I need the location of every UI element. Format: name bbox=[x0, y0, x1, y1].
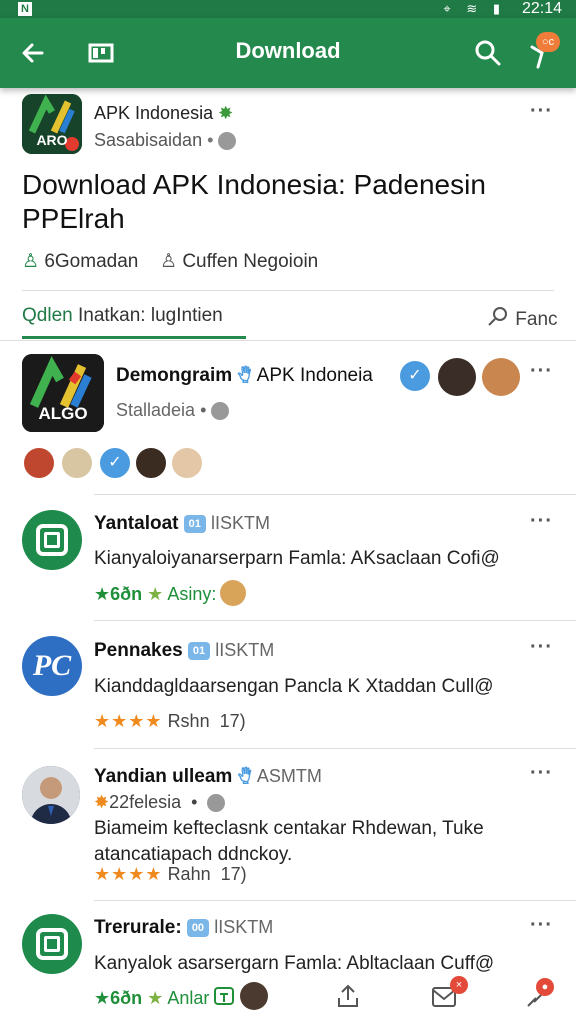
tab-indicator bbox=[22, 336, 246, 339]
app-bar: Download ○c bbox=[0, 18, 576, 88]
like-icon: 🖐︎ bbox=[237, 365, 252, 386]
verified-badge-icon: ✓ bbox=[400, 361, 430, 391]
contributor-meta[interactable]: ♙ Cuffen Negoioin bbox=[160, 250, 318, 273]
featured-logo[interactable]: ALGO bbox=[22, 354, 104, 432]
more-options-icon[interactable]: ··· bbox=[530, 100, 553, 123]
gear-badge-icon: ✸ bbox=[218, 103, 234, 123]
post-rating: ★★★★ Rshn 17) bbox=[94, 711, 246, 731]
featured-logo-text: ALGO bbox=[38, 404, 88, 423]
post-author[interactable]: Trerurale: 00 ƖISKTM bbox=[94, 917, 273, 939]
divider bbox=[94, 748, 576, 749]
app-subtitle: Sasabisaidan • bbox=[94, 130, 237, 151]
share-icon[interactable] bbox=[334, 982, 362, 1010]
avatar[interactable] bbox=[170, 446, 204, 480]
divider bbox=[94, 494, 576, 495]
post-rating: ★★★★ Rahn 17) bbox=[94, 864, 247, 884]
avatar[interactable] bbox=[22, 446, 56, 480]
privacy-icon bbox=[207, 794, 226, 813]
avatar[interactable] bbox=[482, 358, 520, 396]
more-options-icon[interactable]: ··· bbox=[530, 762, 553, 785]
more-options-icon[interactable]: ··· bbox=[530, 510, 553, 533]
divider bbox=[94, 620, 576, 621]
status-time: 22:14 bbox=[521, 0, 562, 17]
post-body: Biameim kefteclasnk centakar Rhdewan, Tu… bbox=[94, 818, 484, 865]
post-rating: ★6ðn ★ Asiny: bbox=[94, 584, 217, 604]
featured-subtitle: Stalladeia • bbox=[116, 400, 230, 421]
post-author[interactable]: Yandian ulleam 🖐︎ ASMTM bbox=[94, 765, 322, 788]
app-name: APK Indonesia ✸ bbox=[94, 103, 234, 123]
status-bar: N ⌖ ≋ ▮ 22:14 bbox=[0, 0, 576, 18]
globe-icon: • bbox=[207, 130, 214, 150]
tag-badge: 01 bbox=[183, 514, 206, 533]
filter-search[interactable]: Fanc bbox=[486, 305, 558, 335]
divider bbox=[22, 290, 554, 291]
app-logo-text: ARO bbox=[36, 132, 68, 148]
post-author[interactable]: Yantaloat 01 ƖISKTM bbox=[94, 513, 270, 535]
post-avatar[interactable]: PC bbox=[22, 636, 82, 696]
post-avatar[interactable] bbox=[22, 766, 80, 824]
tag-badge: 00 bbox=[186, 918, 209, 937]
privacy-icon bbox=[218, 132, 237, 151]
divider bbox=[94, 900, 576, 901]
sun-icon: ✸ bbox=[94, 792, 110, 812]
post-body: Kanyalok asarsergarn Famla: Abltaclaan C… bbox=[94, 953, 495, 974]
featured-name[interactable]: Demongraim 🖐︎ APK Indoneia bbox=[116, 364, 373, 387]
notification-icon: N bbox=[18, 2, 32, 16]
more-options-icon[interactable]: ··· bbox=[530, 360, 553, 383]
person-outline-icon: ♙ bbox=[160, 251, 178, 272]
tab-active[interactable]: Qdlen Inatkan: lugIntien bbox=[22, 305, 223, 327]
post-avatar-icon[interactable] bbox=[22, 914, 82, 974]
like-icon: 🖐︎ bbox=[237, 766, 252, 787]
more-options-icon[interactable]: ··· bbox=[530, 636, 553, 659]
tag-badge: 01 bbox=[188, 641, 211, 660]
person-icon: ♙ bbox=[22, 251, 40, 272]
search-icon[interactable] bbox=[470, 35, 506, 71]
post-avatar-icon[interactable] bbox=[22, 510, 82, 570]
location-badge-icon: ● bbox=[536, 978, 554, 996]
signal-wifi-icons: ⌖ ≋ ▮ bbox=[443, 1, 506, 16]
star-icon: ★6ðn bbox=[94, 988, 143, 1008]
avatar[interactable] bbox=[438, 358, 476, 396]
notification-badge: ○c bbox=[536, 32, 560, 52]
verified-badge-icon: ✓ bbox=[98, 446, 132, 480]
author-meta[interactable]: ♙ 6Gomadan bbox=[22, 250, 138, 273]
star-rating-icon: ★★★★ bbox=[94, 711, 163, 731]
search-icon bbox=[486, 305, 510, 335]
more-options-icon[interactable]: ··· bbox=[530, 914, 553, 937]
bookmark-icon[interactable] bbox=[212, 984, 240, 1012]
post-rating: ★6ðn ★ Anlar bbox=[94, 988, 210, 1008]
post-author[interactable]: Pennakes 01 ƖISKTM bbox=[94, 640, 274, 662]
post-body: Kianddagldaarsengan Pancla K Xtaddan Cul… bbox=[94, 676, 494, 697]
star-icon: ★6ðn bbox=[94, 584, 143, 604]
privacy-icon bbox=[211, 402, 230, 421]
star-rating-icon: ★★★★ bbox=[94, 864, 163, 884]
inbox-badge-icon: × bbox=[450, 976, 468, 994]
divider bbox=[0, 340, 576, 341]
avatar[interactable] bbox=[60, 446, 94, 480]
avatar[interactable] bbox=[240, 982, 268, 1010]
avatar[interactable] bbox=[220, 580, 246, 606]
post-subline: ✸22felesia • bbox=[94, 792, 226, 813]
post-title: Download APK Indonesia: Padenesin PPElra… bbox=[22, 169, 486, 234]
avatar[interactable] bbox=[134, 446, 168, 480]
star-icon: ★ bbox=[147, 988, 164, 1008]
star-icon: ★ bbox=[147, 584, 164, 604]
app-logo[interactable]: ARO bbox=[22, 94, 82, 154]
post-body: Kianyaloiyanarserparn Famla: AKsaclaan C… bbox=[94, 548, 500, 569]
